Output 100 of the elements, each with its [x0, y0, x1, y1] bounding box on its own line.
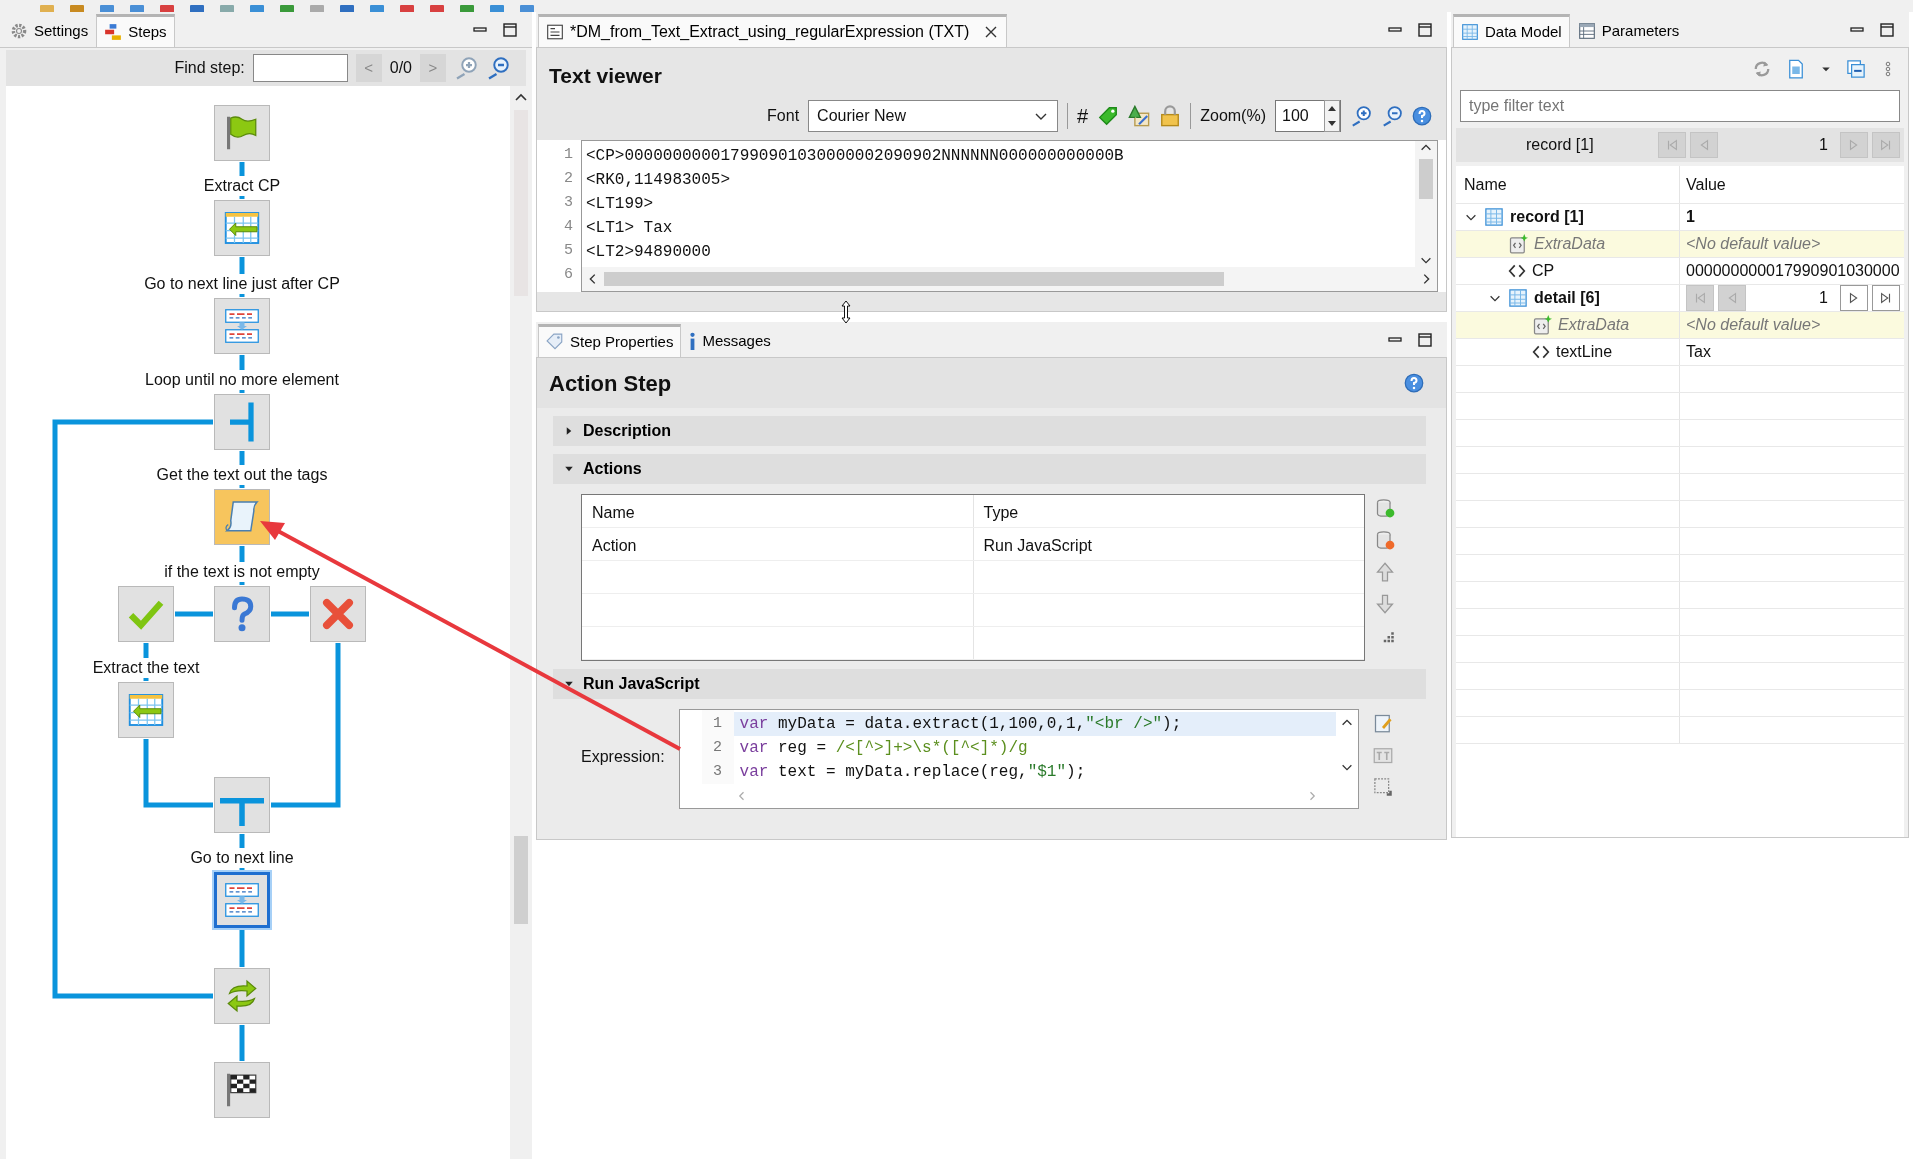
maximize-icon[interactable] — [502, 21, 518, 38]
field-name: record [1] — [1510, 207, 1584, 227]
font-label: Font — [767, 105, 800, 126]
table-cell-text: Action — [591, 536, 638, 556]
record-counter: 1 — [1819, 135, 1828, 155]
step-node[interactable] — [214, 394, 270, 450]
table-icon — [1508, 288, 1528, 308]
record-label: record [1] — [1526, 135, 1594, 155]
filter-field[interactable]: type filter text — [1460, 90, 1900, 122]
zoom-in-icon[interactable] — [454, 56, 478, 80]
move-down-icon[interactable] — [1375, 594, 1395, 614]
section-header[interactable]: Run JavaScript — [553, 669, 1426, 699]
zoom-spinner[interactable]: 100 — [1275, 99, 1341, 132]
refresh-icon[interactable] — [1752, 59, 1772, 79]
font-dropdown[interactable]: Courier New — [808, 99, 1059, 132]
line-number: 3 — [563, 192, 573, 213]
record-counter: 1 — [1819, 288, 1828, 308]
nav-button[interactable] — [1840, 285, 1868, 311]
line-number: 4 — [563, 216, 573, 237]
line-number: 1 — [563, 144, 573, 165]
step-node[interactable] — [214, 586, 270, 642]
line-number: 2 — [712, 738, 724, 758]
first-icon — [1693, 291, 1707, 305]
gear-icon — [10, 22, 28, 40]
add-item-icon[interactable] — [1375, 498, 1395, 518]
step-node[interactable] — [214, 200, 270, 256]
junction-icon — [220, 798, 264, 826]
upload-edit-icon[interactable] — [1128, 104, 1151, 127]
step-label: Loop until no more element — [143, 370, 341, 390]
nav-button[interactable] — [1872, 285, 1900, 311]
spinner-arrows-icon — [1324, 99, 1340, 132]
connector — [271, 611, 309, 617]
table-icon — [1484, 207, 1504, 227]
step-node[interactable] — [214, 105, 270, 161]
text-file-icon — [546, 23, 564, 41]
column-header[interactable]: Value — [1680, 166, 1904, 203]
line-number: 2 — [563, 168, 573, 189]
panel-tab[interactable]: Parameters — [1569, 14, 1688, 47]
zoom-out-icon[interactable] — [1381, 104, 1403, 127]
document-icon[interactable] — [1786, 59, 1806, 79]
step-node[interactable] — [214, 777, 270, 833]
edit-icon[interactable] — [1372, 713, 1393, 733]
panel-tab[interactable]: Step Properties — [538, 324, 682, 357]
scrollbar-thumb[interactable] — [514, 836, 528, 924]
section-header[interactable]: Actions — [553, 454, 1426, 484]
tag-icon[interactable] — [1097, 104, 1120, 127]
lock-icon[interactable] — [1159, 104, 1182, 127]
editor-tab[interactable]: *DM_from_Text_Extract_using_regularExpression (TXT) — [538, 14, 1008, 47]
remove-item-icon[interactable] — [1375, 530, 1395, 550]
step-node[interactable] — [214, 1062, 270, 1118]
line-down-icon — [222, 880, 262, 920]
step-node[interactable] — [214, 298, 270, 354]
angle-brackets-icon — [1532, 343, 1550, 361]
step-node[interactable] — [214, 968, 270, 1024]
scrollbar-thumb[interactable] — [1419, 158, 1433, 199]
zoom-in-icon[interactable] — [1350, 104, 1372, 127]
code-line: var text = myData.replace(reg,"$1"); — [738, 762, 1087, 783]
text-line: <LT2>94890000 — [586, 241, 712, 263]
column-header[interactable]: Name — [582, 495, 973, 527]
field-value: 1 — [1686, 207, 1695, 227]
maximize-icon[interactable] — [1417, 331, 1433, 348]
field-name: detail [6] — [1534, 288, 1600, 308]
collapse-icon[interactable] — [1846, 59, 1866, 79]
expression-label: Expression: — [581, 747, 665, 767]
line-number: 6 — [563, 264, 573, 285]
junction-icon — [230, 402, 254, 442]
find-step-field[interactable] — [252, 54, 348, 82]
select-region-icon[interactable] — [1372, 777, 1393, 797]
text-format-icon[interactable] — [1372, 745, 1393, 765]
panel-tab[interactable]: Settings — [2, 14, 97, 47]
step-node[interactable] — [118, 682, 174, 738]
move-up-icon[interactable] — [1375, 562, 1395, 582]
last-icon — [1879, 138, 1893, 152]
code-editor[interactable]: 1 2 3 var myData = data.extract(1,100,0,1,"<br />"); var reg = /<[^>]+>\s*([^<]*)/g var text = myData.replace(reg,"$1"); — [678, 709, 1359, 809]
help-icon[interactable] — [1404, 373, 1424, 393]
zoom-out-icon[interactable] — [486, 56, 510, 80]
section-header[interactable]: Description — [553, 416, 1426, 446]
column-header[interactable]: Name — [1456, 166, 1680, 203]
scrollbar-thumb[interactable] — [604, 271, 1224, 286]
help-icon[interactable] — [1412, 105, 1432, 126]
field-value: Tax — [1686, 342, 1711, 362]
step-label: Go to next line — [188, 848, 296, 868]
info-icon — [689, 332, 697, 350]
zoom-label: Zoom(%) — [1200, 105, 1266, 126]
text-line: <RK0,114983005> — [586, 169, 732, 191]
step-node[interactable] — [310, 586, 366, 642]
panel-tab[interactable]: Steps — [96, 14, 175, 47]
step-node[interactable] — [214, 489, 270, 545]
connector — [239, 1025, 245, 1061]
column-header[interactable]: Type — [972, 495, 1364, 527]
maximize-icon[interactable] — [1417, 21, 1433, 38]
text-line: <CP>000000000017990901030000002090902NNNNNN000000000000B — [586, 145, 1125, 167]
panel-tab[interactable]: Data Model — [1453, 14, 1570, 47]
maximize-icon[interactable] — [1879, 21, 1895, 38]
line-numbers-toggle[interactable]: # — [1077, 100, 1089, 131]
step-node[interactable] — [214, 872, 270, 928]
panel-tab[interactable]: Messages — [681, 324, 779, 357]
line-down-icon — [222, 306, 262, 346]
field-value: 000000000017990901030000 — [1686, 261, 1900, 281]
step-node[interactable] — [118, 586, 174, 642]
